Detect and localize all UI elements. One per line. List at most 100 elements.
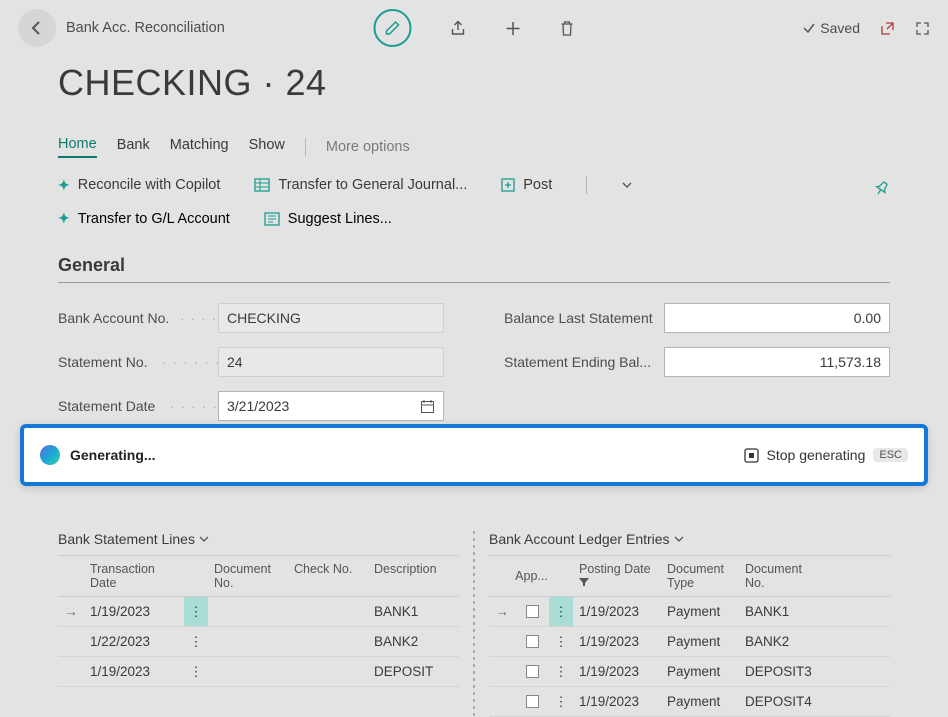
cell-doc-no: DEPOSIT4 (739, 694, 821, 709)
col-check-no[interactable]: Check No. (288, 556, 368, 596)
table-row[interactable]: ⋮ 1/19/2023 Payment DEPOSIT3 (489, 657, 890, 687)
stop-label: Stop generating (767, 447, 866, 463)
chevron-down-icon (621, 181, 633, 189)
cell-doc-no: DEPOSIT3 (739, 664, 821, 679)
cell-applied[interactable] (515, 605, 549, 618)
checkbox-icon (526, 605, 539, 618)
saved-indicator: Saved (802, 20, 860, 36)
table-row[interactable]: ⋮ 1/19/2023 Payment DEPOSIT4 (489, 687, 890, 717)
input-balance-last[interactable]: 0.00 (664, 303, 890, 333)
action-separator (586, 176, 587, 194)
row-actions-button[interactable]: ⋮ (184, 627, 208, 656)
row-actions-button[interactable]: ⋮ (184, 657, 208, 686)
cell-doc-type: Payment (661, 634, 739, 649)
action-label: Transfer to G/L Account (78, 211, 230, 227)
cell-date: 1/22/2023 (84, 634, 184, 649)
copilot-status: Generating... (70, 447, 156, 463)
post-dropdown[interactable] (621, 181, 633, 189)
expand-button[interactable] (915, 21, 930, 36)
chevron-down-icon (199, 536, 209, 543)
cell-doc-type: Payment (661, 664, 739, 679)
row-actions-button[interactable]: ⋮ (549, 687, 573, 716)
cell-desc: BANK1 (368, 604, 446, 619)
col-description[interactable]: Description (368, 556, 446, 596)
copilot-banner: Generating... Stop generating ESC (20, 424, 928, 486)
menu-separator (305, 138, 306, 156)
chevron-down-icon (674, 536, 684, 543)
label-bank-account-no: Bank Account No. (58, 310, 218, 326)
col-document-no[interactable]: Document No. (208, 556, 288, 596)
cell-doc-no: BANK2 (739, 634, 821, 649)
tab-bank[interactable]: Bank (117, 137, 150, 157)
suggest-lines-button[interactable]: Suggest Lines... (264, 210, 392, 227)
col-applied[interactable]: App... (515, 556, 549, 596)
row-actions-button[interactable]: ⋮ (549, 627, 573, 656)
journal-icon (254, 178, 270, 192)
stop-generating-button[interactable]: Stop generating ESC (744, 447, 908, 463)
action-label: Transfer to General Journal... (278, 177, 467, 193)
popout-button[interactable] (880, 21, 895, 36)
row-actions-button[interactable]: ⋮ (549, 657, 573, 686)
input-bank-account-no[interactable]: CHECKING (218, 303, 444, 333)
esc-badge: ESC (873, 448, 908, 462)
cell-date: 1/19/2023 (84, 604, 184, 619)
sparkle-icon: ✦ (58, 177, 70, 194)
cell-doc-type: Payment (661, 604, 739, 619)
share-icon (450, 20, 467, 37)
tab-home[interactable]: Home (58, 136, 97, 158)
more-options-button[interactable]: More options (326, 139, 410, 155)
transfer-journal-button[interactable]: Transfer to General Journal... (254, 177, 467, 193)
new-button[interactable] (505, 20, 522, 37)
trash-icon (560, 20, 575, 37)
pencil-icon (385, 20, 401, 36)
tab-matching[interactable]: Matching (170, 137, 229, 157)
label-statement-no: Statement No. (58, 354, 218, 370)
cell-posting-date: 1/19/2023 (573, 694, 661, 709)
copilot-icon (40, 445, 60, 465)
reconcile-copilot-button[interactable]: ✦ Reconcile with Copilot (58, 177, 220, 194)
table-row[interactable]: → 1/19/2023 ⋮ BANK1 (58, 597, 459, 627)
tab-show[interactable]: Show (249, 137, 285, 157)
delete-button[interactable] (560, 20, 575, 37)
general-heading: General (58, 255, 890, 283)
pin-button[interactable] (874, 180, 890, 196)
cell-applied[interactable] (515, 635, 549, 648)
cell-doc-no: BANK1 (739, 604, 821, 619)
table-row[interactable]: → ⋮ 1/19/2023 Payment BANK1 (489, 597, 890, 627)
cell-applied[interactable] (515, 695, 549, 708)
col-document-no[interactable]: Document No. (739, 556, 821, 596)
post-button[interactable]: Post (501, 177, 552, 193)
back-button[interactable] (18, 9, 56, 47)
col-document-type[interactable]: Document Type (661, 556, 739, 596)
share-button[interactable] (450, 20, 467, 37)
input-statement-date[interactable]: 3/21/2023 (218, 391, 444, 421)
action-label: Reconcile with Copilot (78, 177, 221, 193)
sparkle-icon: ✦ (58, 210, 70, 227)
table-row[interactable]: ⋮ 1/19/2023 Payment BANK2 (489, 627, 890, 657)
cell-posting-date: 1/19/2023 (573, 664, 661, 679)
row-indicator: → (489, 604, 515, 619)
row-indicator: → (58, 604, 84, 619)
cell-desc: DEPOSIT (368, 664, 446, 679)
right-panel-title[interactable]: Bank Account Ledger Entries (489, 531, 670, 547)
edit-button[interactable] (374, 9, 412, 47)
input-statement-no[interactable]: 24 (218, 347, 444, 377)
transfer-gl-button[interactable]: ✦ Transfer to G/L Account (58, 210, 230, 227)
lines-icon (264, 212, 280, 226)
cell-desc: BANK2 (368, 634, 446, 649)
table-row[interactable]: 1/22/2023 ⋮ BANK2 (58, 627, 459, 657)
panel-divider[interactable] (473, 531, 475, 717)
col-transaction-date[interactable]: Transaction Date (84, 556, 184, 596)
col-posting-date[interactable]: Posting Date (573, 556, 661, 596)
post-icon (501, 178, 515, 192)
row-actions-button[interactable]: ⋮ (549, 597, 573, 626)
page-title: CHECKING · 24 (58, 62, 890, 104)
cell-posting-date: 1/19/2023 (573, 604, 661, 619)
row-actions-button[interactable]: ⋮ (184, 597, 208, 626)
left-panel-title[interactable]: Bank Statement Lines (58, 531, 195, 547)
input-ending-bal[interactable]: 11,573.18 (664, 347, 890, 377)
calendar-icon (420, 399, 435, 414)
plus-icon (505, 20, 522, 37)
checkbox-icon (526, 695, 539, 708)
table-row[interactable]: 1/19/2023 ⋮ DEPOSIT (58, 657, 459, 687)
